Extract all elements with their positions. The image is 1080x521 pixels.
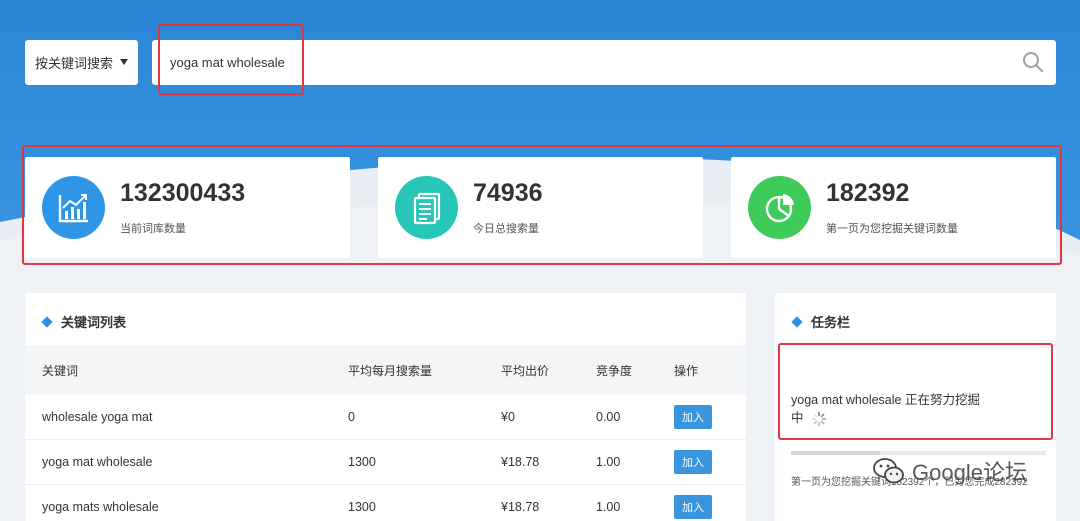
table-row: yoga mat wholesale 1300 ¥18.78 1.00 加入 <box>25 440 746 485</box>
task-status-line: 中 <box>791 411 804 425</box>
caret-down-icon <box>120 59 128 65</box>
task-panel-title: 任务栏 <box>811 315 851 330</box>
wechat-icon <box>873 458 904 484</box>
stat-label: 第一页为您挖掘关键词数量 <box>826 223 958 235</box>
cell-volume: 1300 <box>348 455 376 469</box>
task-status: yoga mat wholesale 正在努力挖掘 中 <box>791 391 1011 427</box>
search-input[interactable] <box>170 40 990 85</box>
search-box <box>152 40 1056 85</box>
cell-bid: ¥0 <box>501 410 515 424</box>
column-header-competition: 竞争度 <box>596 363 633 378</box>
keyword-list-title: 关键词列表 <box>61 315 127 330</box>
column-header-action: 操作 <box>674 363 699 378</box>
panel-title: 任务栏 <box>791 312 851 331</box>
stat-card-mined-keywords: 182392 第一页为您挖掘关键词数量 <box>731 157 1056 258</box>
stat-value: 74936 <box>473 179 543 207</box>
search-icon[interactable] <box>1022 51 1044 73</box>
stat-label: 当前词库数量 <box>120 223 186 235</box>
table-row: wholesale yoga mat 0 ¥0 0.00 加入 <box>25 395 746 440</box>
add-keyword-button[interactable]: 加入 <box>674 495 712 519</box>
cell-keyword: yoga mat wholesale <box>42 455 153 469</box>
pie-chart-icon <box>748 176 811 239</box>
stat-value: 132300433 <box>120 179 246 207</box>
table-row: yoga mats wholesale 1300 ¥18.78 1.00 加入 <box>25 485 746 521</box>
search-mode-label: 按关键词搜索 <box>35 56 114 71</box>
cell-bid: ¥18.78 <box>501 455 540 469</box>
stat-card-today-search: 74936 今日总搜索量 <box>378 157 703 258</box>
cell-keyword: yoga mats wholesale <box>42 500 159 514</box>
cell-bid: ¥18.78 <box>501 500 540 514</box>
watermark: Google论坛 <box>872 455 1027 487</box>
keyword-table: 关键词 平均每月搜索量 平均出价 竞争度 操作 wholesale yoga m… <box>25 345 746 521</box>
keyword-list-panel: 关键词列表 关键词 平均每月搜索量 平均出价 竞争度 操作 wholesale … <box>25 293 746 521</box>
stat-card-library: 132300433 当前词库数量 <box>25 157 350 258</box>
search-mode-select[interactable]: 按关键词搜索 <box>25 40 138 85</box>
cell-competition: 1.00 <box>596 500 621 514</box>
watermark-text: Google论坛 <box>912 460 1027 485</box>
loading-spinner-icon <box>811 411 827 427</box>
add-keyword-button[interactable]: 加入 <box>674 450 712 474</box>
add-keyword-button[interactable]: 加入 <box>674 405 712 429</box>
column-header-bid: 平均出价 <box>501 363 550 378</box>
diamond-icon <box>791 315 803 328</box>
cell-keyword: wholesale yoga mat <box>42 410 153 424</box>
cell-volume: 0 <box>348 410 355 424</box>
cell-competition: 1.00 <box>596 455 621 469</box>
panel-title: 关键词列表 <box>41 312 127 331</box>
trend-chart-icon <box>42 176 105 239</box>
column-header-keyword: 关键词 <box>42 363 79 378</box>
column-header-volume: 平均每月搜索量 <box>348 363 433 378</box>
cell-competition: 0.00 <box>596 410 621 424</box>
diamond-icon <box>41 315 53 328</box>
table-header: 关键词 平均每月搜索量 平均出价 竞争度 操作 <box>25 345 746 395</box>
stat-value: 182392 <box>826 179 910 207</box>
task-status-line: yoga mat wholesale 正在努力挖掘 <box>791 393 980 407</box>
cell-volume: 1300 <box>348 500 376 514</box>
task-progress-fill <box>791 451 881 455</box>
stat-label: 今日总搜索量 <box>473 223 539 235</box>
document-icon <box>395 176 458 239</box>
